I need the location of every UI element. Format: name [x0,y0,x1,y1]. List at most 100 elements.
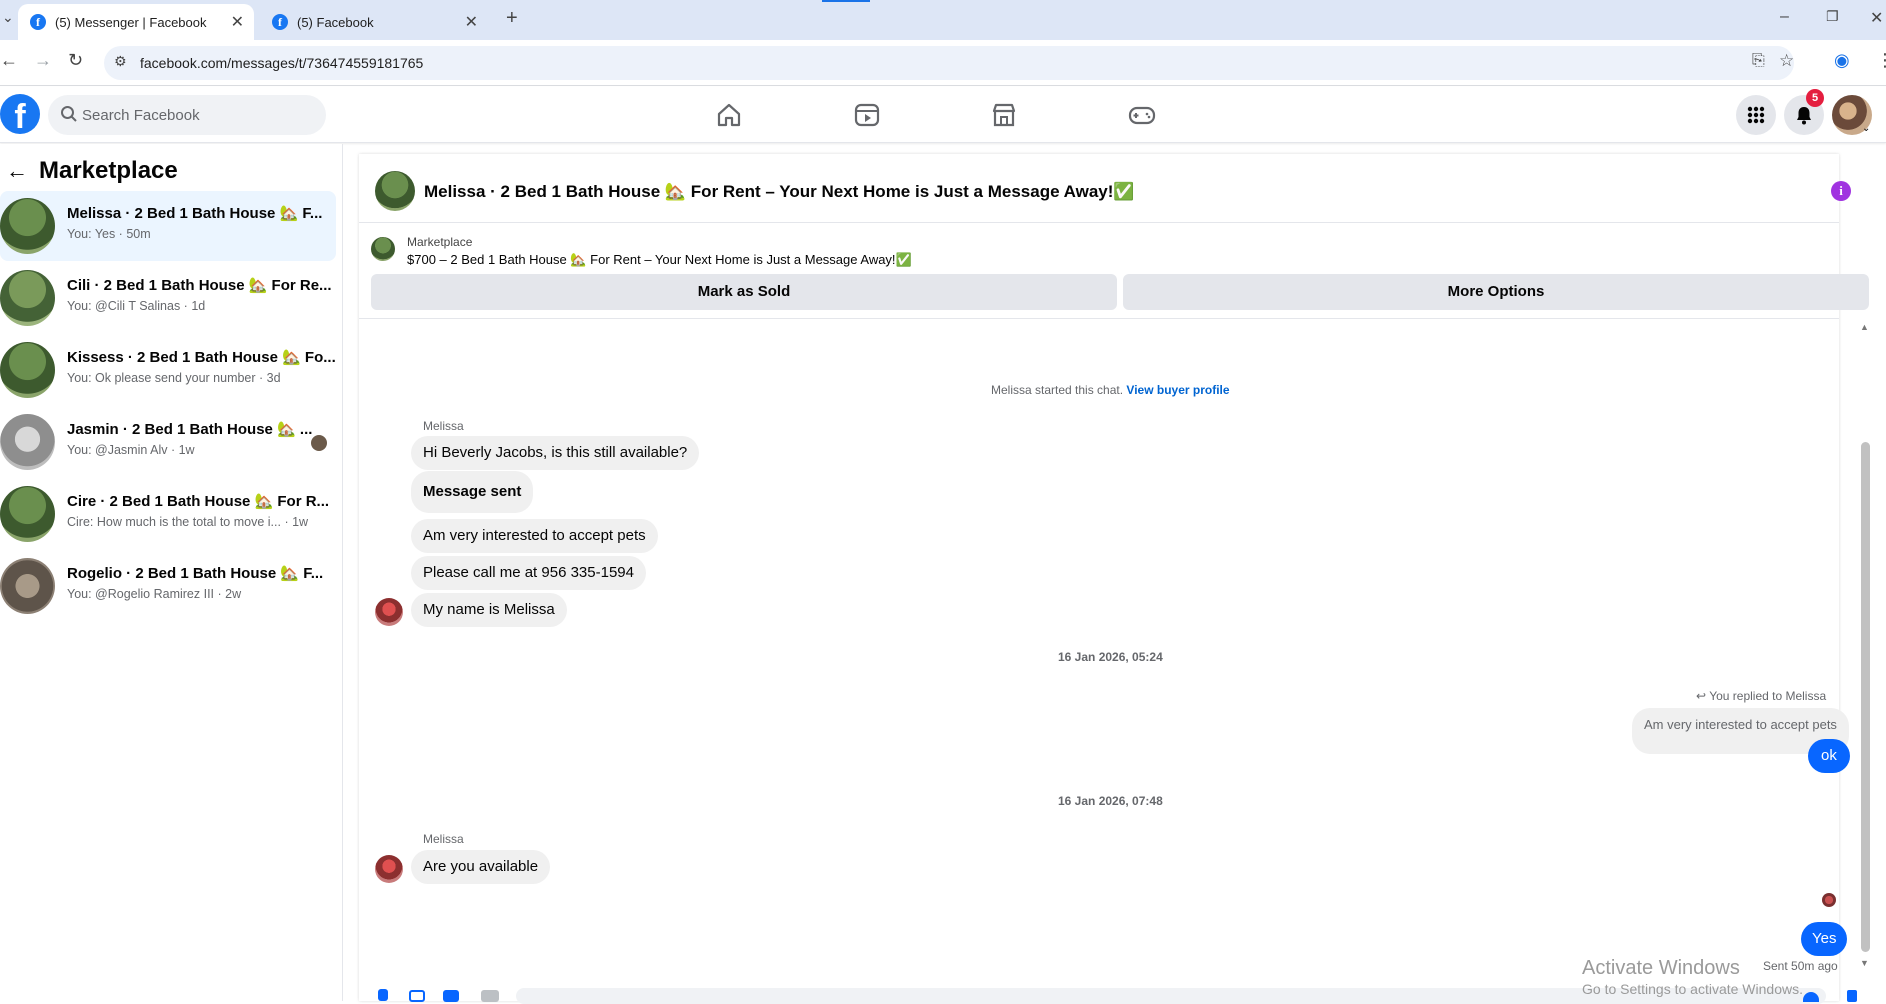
scroll-down-arrow-icon[interactable]: ▼ [1860,958,1869,968]
conversation-item[interactable]: Rogelio · 2 Bed 1 Bath House 🏡 F... You:… [0,551,336,621]
tab-label: (5) Messenger | Facebook [55,14,207,30]
restore-button[interactable]: ❐ [1826,8,1839,25]
listing-thumbnail [0,198,55,254]
like-icon[interactable] [1847,990,1857,1002]
incoming-message[interactable]: My name is Melissa [411,593,567,627]
sticker-icon[interactable] [443,990,459,1002]
profile-icon[interactable]: ◉ [1834,50,1850,71]
gif-icon[interactable] [481,990,499,1002]
conversation-item[interactable]: Melissa · 2 Bed 1 Bath House 🏡 F... You:… [0,191,336,261]
listing-thumbnail [0,414,55,470]
tab-search-icon[interactable]: ⌄ [2,9,14,26]
incoming-message[interactable]: Are you available [411,850,551,884]
scroll-up-arrow-icon[interactable]: ▲ [1860,322,1869,332]
bookmark-star-icon[interactable]: ☆ [1779,51,1794,71]
replied-label-text: You replied to Melissa [1709,689,1827,703]
listing-thumbnail [0,558,55,614]
sender-avatar[interactable] [375,598,403,626]
conversation-item[interactable]: Cire · 2 Bed 1 Bath House 🏡 For R... Cir… [0,479,336,549]
sender-name: Melissa [423,832,464,846]
timestamp: 16 Jan 2026, 05:24 [1058,650,1163,664]
replied-label: ↩ You replied to Melissa [1696,689,1826,703]
site-info-icon[interactable]: ⚙ [114,53,127,70]
account-chevron-icon[interactable]: ⌄ [1862,123,1870,134]
conversation-title: Cire · 2 Bed 1 Bath House 🏡 For R... [67,493,330,510]
conversation-preview: You: @Rogelio Ramirez III · 2w [67,587,242,601]
conversation-preview: Cire: How much is the total to move i...… [67,515,309,529]
tab-facebook[interactable]: f (5) Facebook ✕ [260,4,488,40]
more-options-button[interactable]: More Options [1123,274,1869,310]
listing-card: Marketplace $700 – 2 Bed 1 Bath House 🏡 … [359,224,1869,319]
gaming-icon[interactable] [1126,99,1158,131]
conversation-preview: You: Ok please send your number · 3d [67,371,281,385]
install-app-icon[interactable]: ⎘ [1752,52,1765,70]
outgoing-message[interactable]: ok [1808,739,1850,773]
chat-started-text: Melissa started this chat. [991,383,1124,397]
chat-title[interactable]: Melissa · 2 Bed 1 Bath House 🏡 For Rent … [424,182,1135,202]
minimize-button[interactable]: – [1780,8,1789,26]
conversation-item[interactable]: Jasmin · 2 Bed 1 Bath House 🏡 ... You: @… [0,407,336,477]
activate-windows-title: Activate Windows [1582,957,1740,979]
back-arrow-icon[interactable]: ← [6,158,28,184]
conversation-title: Kissess · 2 Bed 1 Bath House 🏡 Fo... [67,349,336,366]
conversation-title: Cili · 2 Bed 1 Bath House 🏡 For Re... [67,277,332,294]
gallery-icon[interactable] [409,990,425,1002]
conversation-item[interactable]: Cili · 2 Bed 1 Bath House 🏡 For Re... Yo… [0,263,336,333]
tab-accent-line [822,0,870,2]
back-icon[interactable]: ← [0,50,18,71]
conversation-item[interactable]: Kissess · 2 Bed 1 Bath House 🏡 Fo... You… [0,335,336,405]
url-field[interactable]: ⚙ facebook.com/messages/t/73647455918176… [104,46,1794,80]
conversation-preview: You: Yes · 50m [67,227,151,241]
notification-badge: 5 [1806,89,1824,107]
view-buyer-profile-link[interactable]: View buyer profile [1126,383,1229,397]
info-icon[interactable]: i [1831,181,1851,201]
outgoing-message[interactable]: Yes [1801,922,1848,956]
facebook-favicon-icon: f [30,14,46,30]
mark-as-sold-button[interactable]: Mark as Sold [371,274,1117,310]
sidebar-title: Marketplace [39,157,178,184]
seen-avatar [1822,893,1836,907]
chat-header: Melissa · 2 Bed 1 Bath House 🏡 For Rent … [359,154,1851,223]
search-input[interactable] [82,95,312,135]
seen-avatar [311,435,327,451]
browser-menu-icon[interactable]: ⋮ [1876,50,1886,71]
facebook-logo[interactable]: f [0,94,40,136]
search-box[interactable] [48,95,326,135]
reload-icon[interactable]: ↻ [68,50,83,71]
marketplace-icon[interactable] [988,99,1020,131]
new-tab-button[interactable]: + [506,7,518,30]
listing-title[interactable]: $700 – 2 Bed 1 Bath House 🏡 For Rent – Y… [407,252,912,268]
conversation-title: Melissa · 2 Bed 1 Bath House 🏡 F... [67,205,323,222]
listing-thumbnail [0,342,55,398]
incoming-message[interactable]: Hi Beverly Jacobs, is this still availab… [411,436,700,470]
sender-avatar[interactable] [375,855,403,883]
facebook-favicon-icon: f [272,14,288,30]
chat-started-notice: Melissa started this chat. View buyer pr… [991,383,1230,397]
browser-tab-bar: ⌄ f (5) Messenger | Facebook ✕ f (5) Fac… [0,0,1886,40]
chat-listing-avatar[interactable] [375,171,415,211]
close-tab-icon[interactable]: ✕ [465,12,478,32]
forward-icon[interactable]: → [34,50,52,71]
plus-icon[interactable] [378,989,388,1001]
close-tab-icon[interactable]: ✕ [231,12,244,32]
conversation-title: Rogelio · 2 Bed 1 Bath House 🏡 F... [67,565,324,582]
chat-scrollbar-thumb[interactable] [1861,442,1870,952]
sender-name: Melissa [423,419,464,433]
video-icon[interactable] [851,99,883,131]
tab-messenger[interactable]: f (5) Messenger | Facebook ✕ [18,4,254,40]
incoming-message[interactable]: Am very interested to accept pets [411,519,658,553]
tab-label: (5) Facebook [297,14,374,30]
incoming-message[interactable]: Message sent [411,471,534,513]
reply-arrow-icon: ↩ [1696,689,1707,703]
menu-grid-button[interactable] [1736,95,1776,135]
conversation-preview: You: @Cili T Salinas · 1d [67,299,206,313]
listing-thumbnail [0,270,55,326]
listing-thumbnail[interactable] [371,237,395,261]
browser-address-bar: ← → ↻ ⚙ facebook.com/messages/t/73647455… [0,40,1886,86]
home-icon[interactable] [713,99,745,131]
url-text: facebook.com/messages/t/736474559181765 [140,55,424,71]
close-window-button[interactable]: ✕ [1870,8,1883,28]
search-icon [61,106,77,122]
conversation-title: Jasmin · 2 Bed 1 Bath House 🏡 ... [67,421,313,438]
incoming-message[interactable]: Please call me at 956 335-1594 [411,556,646,590]
